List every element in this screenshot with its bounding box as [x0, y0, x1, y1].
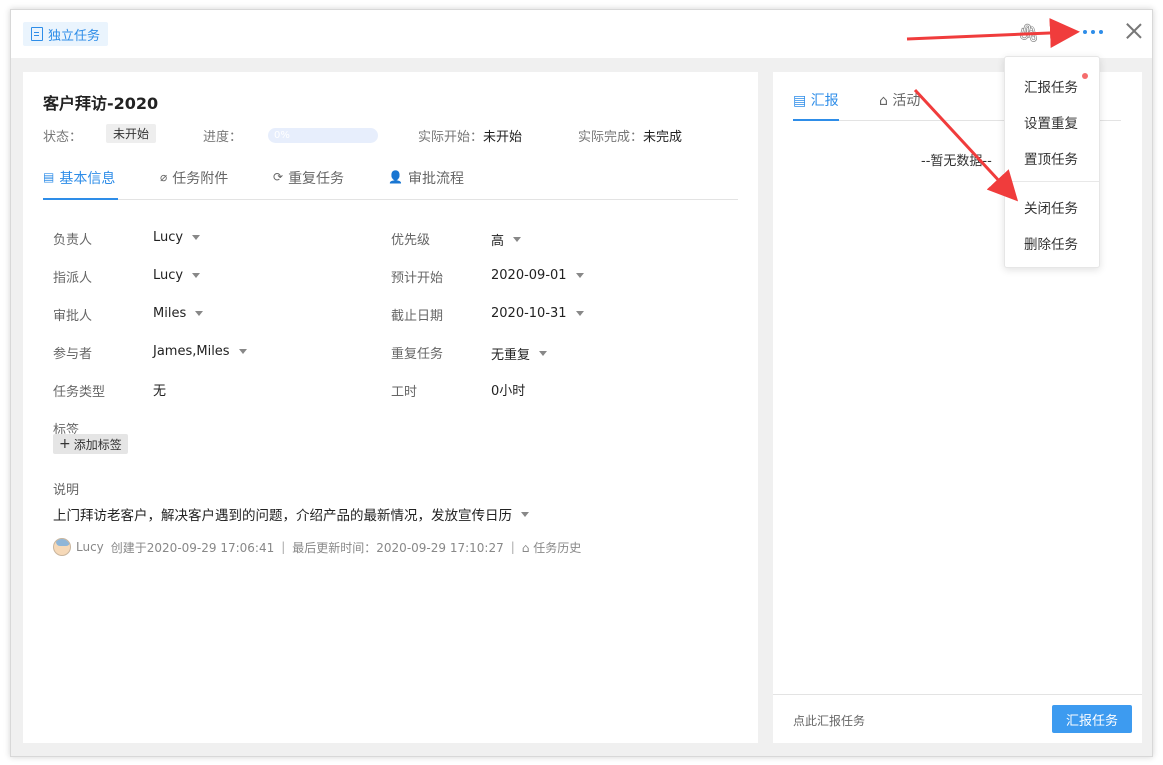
repeat-icon: ⟳: [273, 170, 284, 184]
tab-activity[interactable]: ⌂ 活动: [879, 90, 920, 121]
description-text[interactable]: 上门拜访老客户，解决客户遇到的问题，介绍产品的最新情况，发放宣传日历: [53, 504, 529, 524]
caret-down-icon: [192, 235, 201, 240]
hours-label: 工时: [391, 385, 418, 400]
assigner-select[interactable]: Lucy: [153, 268, 201, 283]
user-icon: 👤: [388, 170, 403, 184]
menu-item-pin[interactable]: 置顶任务: [1024, 148, 1078, 168]
type-value: 无: [153, 384, 167, 399]
progress-label: 进度：: [203, 130, 243, 145]
assigner-label: 指派人: [53, 271, 93, 286]
actual-end: 实际完成：未完成: [578, 130, 683, 145]
paperclip-icon: ⌀: [160, 170, 168, 184]
created-time: 创建于2020-09-29 17:06:41: [110, 540, 275, 555]
task-type-tag: 独立任务: [23, 22, 109, 46]
approver-select[interactable]: Miles: [153, 306, 204, 321]
tab-approval[interactable]: 👤 审批流程: [388, 168, 464, 200]
menu-item-close-task[interactable]: 关闭任务: [1024, 197, 1078, 217]
task-tabs: ▤ 基本信息 ⌀ 任务附件 ⟳ 重复任务 👤 审批流程: [43, 168, 738, 200]
participants-select[interactable]: James,Miles: [153, 344, 247, 359]
tab-attachments[interactable]: ⌀ 任务附件: [160, 168, 228, 200]
report-task-button[interactable]: 汇报任务: [1052, 705, 1132, 733]
menu-item-report[interactable]: 汇报任务: [1024, 76, 1078, 96]
progress-value: 0%: [274, 130, 290, 141]
report-hint: 点此汇报任务: [793, 714, 866, 728]
tab-report[interactable]: ▤ 汇报: [793, 90, 839, 121]
history-icon: ⌂: [521, 540, 534, 555]
menu-item-set-repeat[interactable]: 设置重复: [1024, 112, 1078, 132]
task-detail-window: 独立任务 🖇 ↺ 客户拜访-2020 状态： 未开始 进度： 0% 实际开始：未…: [10, 9, 1153, 757]
avatar: [53, 538, 71, 556]
repeat-label: 重复任务: [391, 347, 444, 362]
caret-down-icon: [575, 311, 584, 316]
task-footer-meta: Lucy 创建于2020-09-29 17:06:41 | 最后更新时间：202…: [53, 538, 581, 556]
document-icon: ▤: [43, 170, 55, 184]
status-badge: 未开始: [106, 124, 157, 143]
caret-down-icon: [238, 349, 247, 354]
task-title: 客户拜访-2020: [43, 94, 159, 113]
activity-icon: ⌂: [879, 93, 893, 109]
owner-label: 负责人: [53, 233, 93, 248]
planned-start-select[interactable]: 2020-09-01: [491, 268, 584, 283]
actual-start: 实际开始：未开始: [418, 130, 523, 145]
priority-select[interactable]: 高: [491, 230, 522, 249]
report-footer: 点此汇报任务 汇报任务: [773, 694, 1142, 743]
participants-label: 参与者: [53, 347, 93, 362]
no-data-text: --暂无数据--: [921, 154, 992, 169]
notification-dot: [1082, 73, 1088, 79]
menu-divider: [1005, 181, 1099, 182]
planned-start-label: 预计开始: [391, 271, 444, 286]
task-info-panel: 客户拜访-2020 状态： 未开始 进度： 0% 实际开始：未开始 实际完成：未…: [23, 72, 758, 743]
progress-bar: 0%: [268, 128, 378, 143]
owner-select[interactable]: Lucy: [153, 230, 201, 245]
more-options-icon[interactable]: [1081, 22, 1105, 42]
undo-icon[interactable]: ↺: [1049, 21, 1064, 42]
description-label: 说明: [53, 483, 80, 498]
caret-down-icon: [521, 511, 529, 517]
type-label: 任务类型: [53, 385, 106, 400]
top-bar: 独立任务 🖇 ↺: [11, 10, 1152, 58]
task-type-label: 独立任务: [48, 28, 101, 44]
caret-down-icon: [513, 237, 522, 242]
paperclip-icon[interactable]: 🖇: [1017, 23, 1040, 44]
approver-label: 审批人: [53, 309, 93, 324]
repeat-select[interactable]: 无重复: [491, 344, 548, 363]
caret-down-icon: [195, 311, 204, 316]
add-tag-button[interactable]: + 添加标签: [53, 434, 128, 454]
updated-time: 最后更新时间：2020-09-29 17:10:27: [292, 540, 504, 555]
hours-value: 0小时: [491, 384, 526, 399]
close-icon[interactable]: [1125, 22, 1143, 40]
report-icon: ▤: [793, 93, 811, 109]
priority-label: 优先级: [391, 233, 431, 248]
caret-down-icon: [539, 351, 548, 356]
tab-basic-info[interactable]: ▤ 基本信息: [43, 168, 118, 200]
plus-icon: +: [59, 436, 71, 452]
creator-name: Lucy: [76, 540, 104, 554]
tab-repeat[interactable]: ⟳ 重复任务: [273, 168, 344, 200]
deadline-label: 截止日期: [391, 309, 444, 324]
deadline-select[interactable]: 2020-10-31: [491, 306, 584, 321]
history-link[interactable]: ⌂ 任务历史: [522, 539, 581, 556]
caret-down-icon: [575, 273, 584, 278]
status-label: 状态：: [43, 130, 83, 145]
menu-item-delete-task[interactable]: 删除任务: [1024, 233, 1078, 253]
task-meta-row: 状态： 未开始 进度： 0% 实际开始：未开始 实际完成：未完成: [43, 124, 743, 145]
more-options-menu: 汇报任务 设置重复 置顶任务 关闭任务 删除任务: [1004, 56, 1100, 268]
document-icon: [31, 27, 43, 41]
caret-down-icon: [192, 273, 201, 278]
